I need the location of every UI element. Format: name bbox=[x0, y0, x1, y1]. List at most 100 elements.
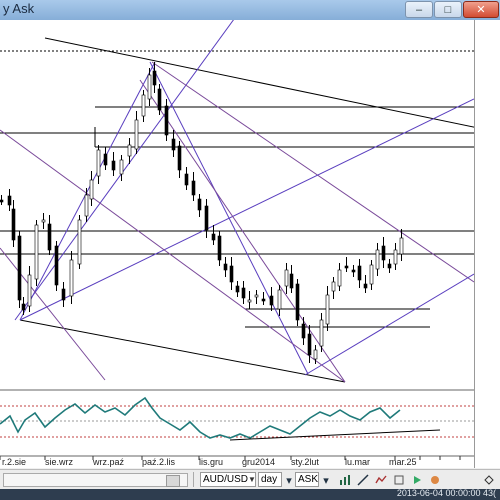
x-axis-label: lu.mar bbox=[345, 457, 371, 467]
candle-body bbox=[77, 219, 82, 265]
candle-body bbox=[197, 198, 202, 211]
price-axis[interactable] bbox=[474, 20, 500, 468]
candle-body bbox=[134, 119, 139, 150]
period-select[interactable]: day bbox=[258, 472, 282, 487]
price-value: ASK bbox=[298, 474, 319, 485]
window-controls: – □ ✕ bbox=[405, 1, 499, 19]
status-bar: 2013-06-04 00:00:00 43( bbox=[0, 488, 500, 500]
candle-body bbox=[41, 219, 46, 223]
candle-body bbox=[223, 263, 228, 271]
alarm-icon[interactable] bbox=[428, 473, 442, 487]
candle-body bbox=[61, 288, 66, 301]
chart-canvas[interactable]: r.2.sie sie.wrz wrz.paź paź.2.lis lis.gr… bbox=[0, 20, 474, 468]
candle-body bbox=[284, 269, 289, 287]
close-button[interactable]: ✕ bbox=[463, 1, 499, 18]
candle-body bbox=[337, 269, 342, 287]
candle-body bbox=[241, 287, 246, 299]
candle-body bbox=[319, 319, 324, 347]
maximize-button[interactable]: □ bbox=[434, 1, 462, 18]
candle-body bbox=[331, 281, 336, 292]
candle-body bbox=[204, 205, 209, 231]
candle-body bbox=[313, 349, 318, 360]
candle-body bbox=[399, 237, 404, 255]
expand-icon[interactable] bbox=[482, 473, 496, 487]
fan-line[interactable] bbox=[19, 61, 156, 321]
candle-body bbox=[7, 195, 12, 206]
candle-body bbox=[229, 265, 234, 283]
candle-body bbox=[351, 269, 356, 273]
candle-body bbox=[235, 285, 240, 293]
candle-body bbox=[217, 235, 222, 261]
candle-body bbox=[54, 245, 59, 286]
candle-body bbox=[103, 153, 108, 166]
candle-body bbox=[277, 289, 282, 310]
candle-body bbox=[141, 94, 146, 117]
candle-body bbox=[184, 173, 189, 186]
candle-body bbox=[89, 179, 94, 200]
candle-body bbox=[211, 233, 216, 241]
x-axis-label: wrz.paź bbox=[93, 457, 125, 467]
x-axis-label: mar.25 bbox=[389, 457, 417, 467]
chart-toolbar: AUD/USD ▼ day ▾ ASK ▾ bbox=[0, 469, 500, 490]
fan-line[interactable] bbox=[0, 129, 346, 383]
fan-line[interactable] bbox=[151, 61, 474, 283]
candle-body bbox=[381, 245, 386, 261]
chevron-down-icon[interactable]: ▾ bbox=[319, 473, 333, 487]
minimize-button[interactable]: – bbox=[405, 1, 433, 18]
candle-body bbox=[152, 70, 157, 86]
candle-body bbox=[363, 283, 368, 289]
play-icon[interactable] bbox=[410, 473, 424, 487]
candle-body bbox=[84, 194, 89, 217]
window-title: y Ask bbox=[3, 1, 35, 16]
candle-body bbox=[289, 273, 294, 289]
status-datetime: 2013-06-04 00:00:00 43( bbox=[396, 488, 496, 498]
x-axis-label: paź.2.lis bbox=[142, 457, 176, 467]
candle-body bbox=[307, 333, 312, 356]
x-axis-label: sty.2lut bbox=[291, 457, 319, 467]
candle-body bbox=[17, 235, 22, 301]
period-value: day bbox=[261, 474, 278, 485]
symbol-value: AUD/USD bbox=[203, 474, 249, 485]
x-axis-label: gru2014 bbox=[242, 457, 276, 467]
candle-body bbox=[191, 180, 196, 196]
candle-body bbox=[69, 259, 74, 297]
x-axis-label: sie.wrz bbox=[45, 457, 74, 467]
chevron-down-icon[interactable]: ▾ bbox=[282, 473, 296, 487]
symbol-select[interactable]: AUD/USD ▼ bbox=[200, 472, 256, 487]
candle-body bbox=[269, 295, 274, 306]
candle-body bbox=[357, 265, 362, 281]
candle-body bbox=[344, 265, 349, 269]
indicator-icon[interactable] bbox=[374, 473, 388, 487]
delete-icon[interactable] bbox=[392, 473, 406, 487]
candle-body bbox=[295, 283, 300, 321]
price-select[interactable]: ASK bbox=[295, 472, 319, 487]
scrollbar-thumb[interactable] bbox=[166, 475, 180, 487]
candle-body bbox=[119, 159, 124, 175]
candle-body bbox=[147, 74, 152, 100]
candle-body bbox=[96, 149, 101, 177]
candle-body bbox=[325, 294, 330, 325]
fan-line[interactable] bbox=[14, 20, 237, 321]
candle-body bbox=[177, 145, 182, 171]
candle-body bbox=[375, 249, 380, 270]
candle-body bbox=[11, 208, 16, 241]
candle-body bbox=[164, 105, 169, 136]
candle-body bbox=[34, 224, 39, 280]
candle-body bbox=[301, 323, 306, 339]
chart-settings-icon[interactable] bbox=[338, 473, 352, 487]
candle-body bbox=[254, 294, 259, 298]
candle-body bbox=[127, 144, 132, 157]
x-axis-label: lis.gru bbox=[199, 457, 224, 467]
candle-body bbox=[27, 274, 32, 307]
chevron-down-icon[interactable]: ▼ bbox=[248, 473, 256, 486]
candle-body bbox=[393, 249, 398, 265]
title-bar: y Ask – □ ✕ bbox=[0, 0, 500, 21]
price-chart[interactable] bbox=[0, 20, 474, 468]
candle-body bbox=[261, 298, 266, 302]
candle-body bbox=[387, 263, 392, 269]
horizontal-scrollbar[interactable] bbox=[3, 473, 188, 487]
oscillator-line bbox=[0, 396, 401, 439]
candle-body bbox=[47, 223, 52, 251]
line-tool-icon[interactable] bbox=[356, 473, 370, 487]
candle-body bbox=[247, 299, 252, 303]
